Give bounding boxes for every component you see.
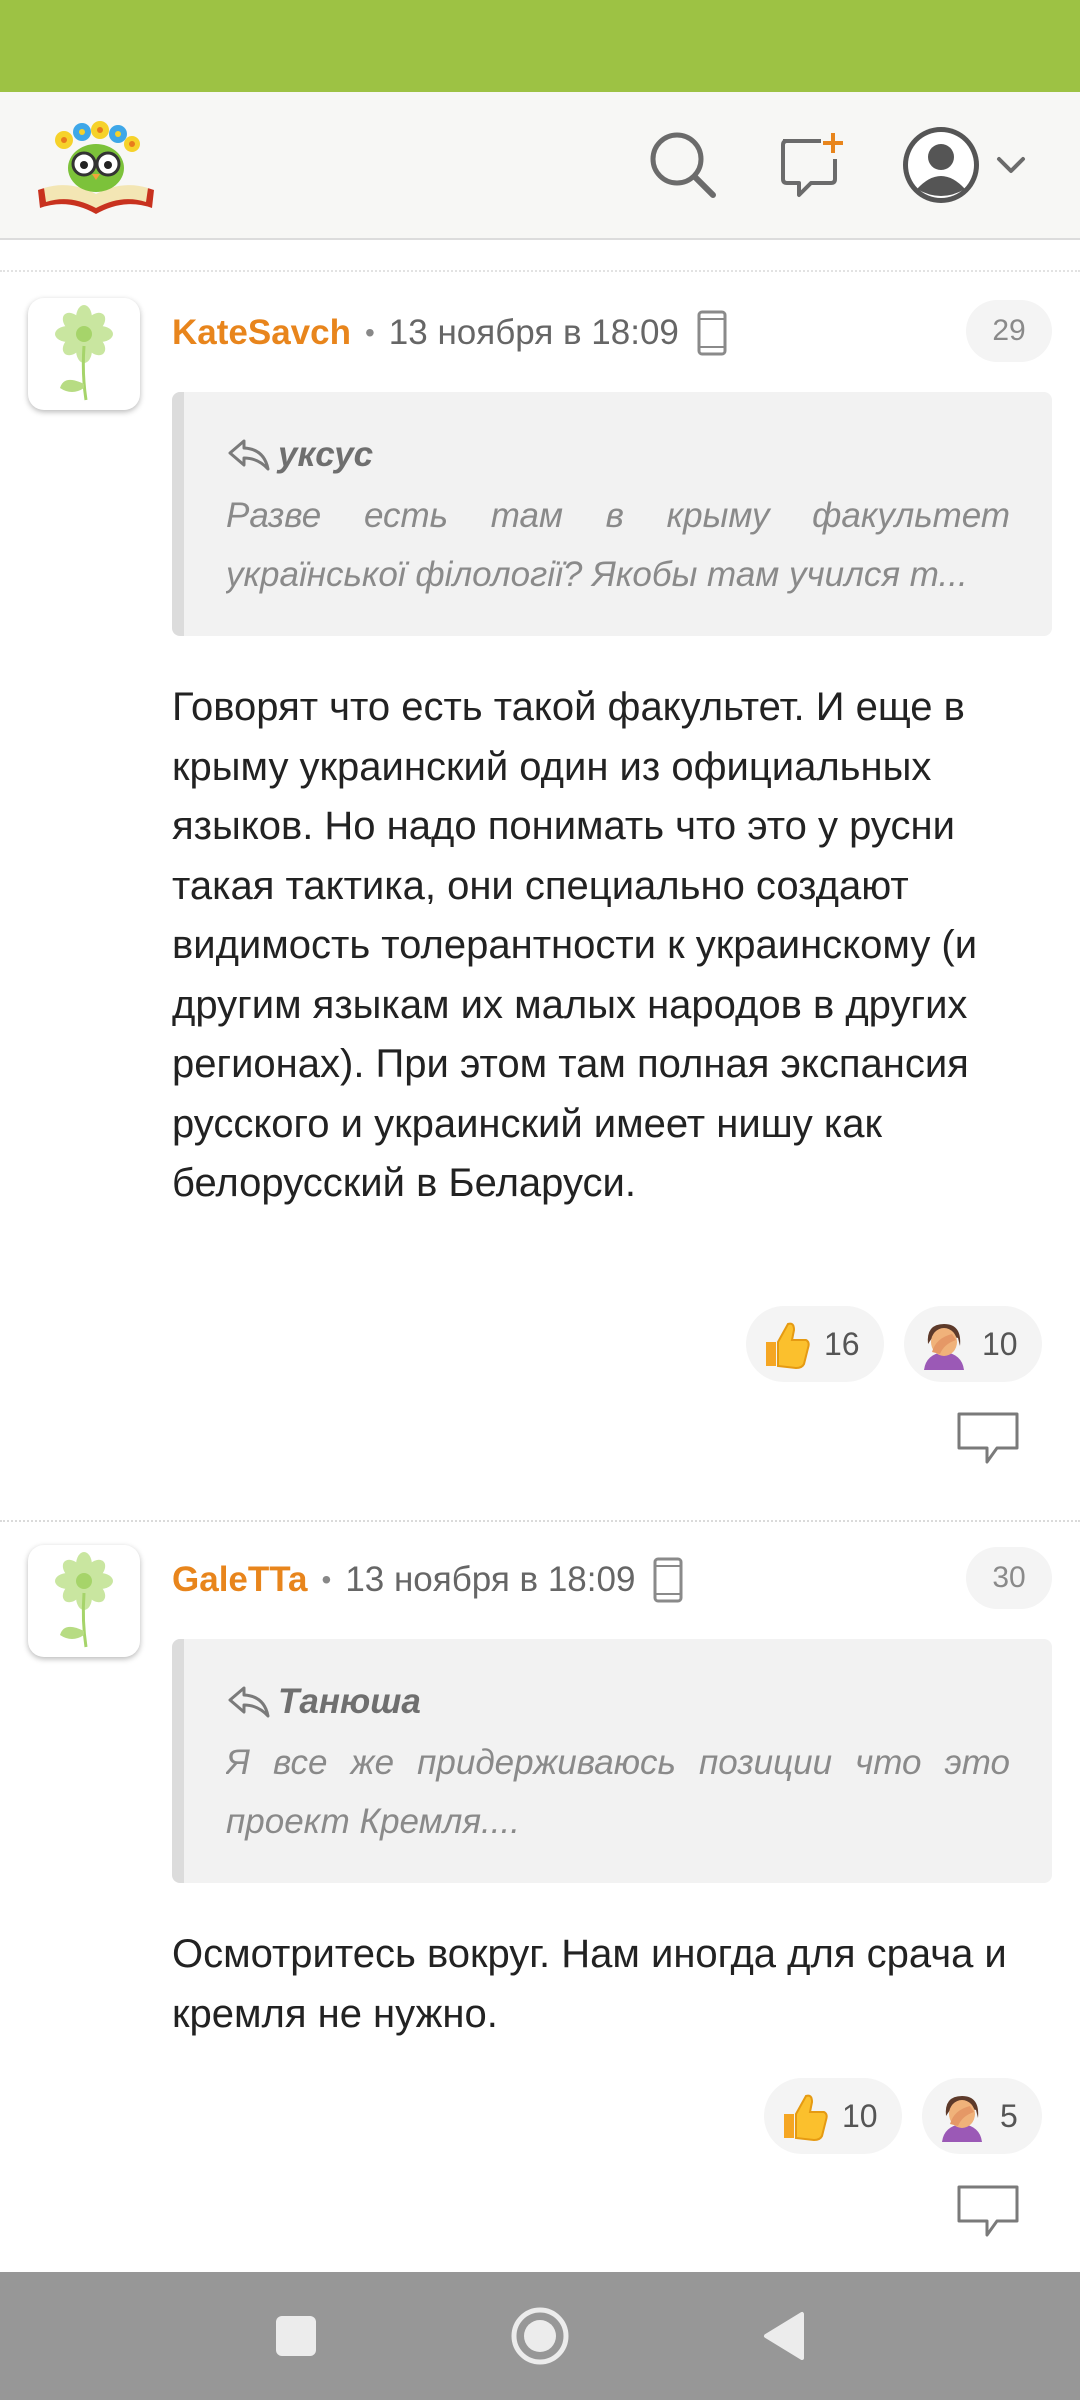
reaction-count: 16: [824, 1325, 860, 1362]
author-name[interactable]: GaleTTa: [172, 1560, 308, 1600]
reply-arrow-icon: [228, 439, 270, 471]
system-nav-bar: [0, 2272, 1080, 2400]
quote-block[interactable]: уксус Разве есть там в крыму факультет у…: [172, 392, 1052, 636]
facepalm-icon: [918, 1318, 970, 1370]
quote-author-name: Танюша: [278, 1682, 421, 1721]
comment-meta: KateSavch • 13 ноября в 18:09: [172, 308, 727, 358]
facepalm-icon: [936, 2090, 988, 2142]
reaction-count: 10: [982, 1325, 1018, 1362]
comment-bubble-icon: [957, 1412, 1019, 1464]
separator-dot: •: [321, 1564, 332, 1595]
thumbs-up-icon: [778, 2090, 830, 2142]
quote-text: Разве есть там в крыму факультет українс…: [226, 496, 1010, 594]
comment-text: Говорят что есть такой факультет. И еще …: [172, 685, 978, 1205]
avatar[interactable]: [28, 298, 140, 410]
owl-book-logo-icon: [38, 121, 154, 214]
user-avatar-icon: [903, 127, 979, 203]
reaction-count: 5: [1000, 2097, 1018, 2134]
quote-author: уксус: [226, 430, 1010, 480]
quote-block[interactable]: Танюша Я все же придерживаюсь позиции чт…: [172, 1639, 1052, 1883]
quote-author-name: уксус: [278, 435, 374, 474]
square-icon: [276, 2316, 316, 2356]
reaction-like[interactable]: 10: [764, 2078, 902, 2154]
new-post-button[interactable]: [768, 120, 858, 210]
reply-arrow-icon: [228, 1686, 270, 1718]
comment-divider: [0, 1520, 1080, 1522]
comment-meta: GaleTTa • 13 ноября в 18:09: [172, 1555, 683, 1605]
author-name[interactable]: KateSavch: [172, 313, 351, 353]
site-logo[interactable]: [34, 110, 158, 216]
reaction-count: 10: [842, 2097, 878, 2134]
quote-author: Танюша: [226, 1677, 1010, 1727]
flower-avatar-icon: [55, 1552, 113, 1648]
comment-number[interactable]: 29: [966, 300, 1052, 362]
reply-button[interactable]: [955, 2183, 1021, 2239]
phone-icon: [653, 1557, 683, 1603]
app-header: [0, 92, 1080, 240]
new-post-icon: [781, 133, 843, 197]
home-button[interactable]: [502, 2298, 578, 2374]
back-button[interactable]: [746, 2298, 822, 2374]
comment-date: 13 ноября в 18:09: [345, 1560, 636, 1599]
reaction-facepalm[interactable]: 5: [922, 2078, 1042, 2154]
comment-number[interactable]: 30: [966, 1547, 1052, 1609]
search-icon: [650, 132, 716, 198]
status-bar: [0, 0, 1080, 92]
triangle-back-icon: [764, 2312, 804, 2360]
phone-icon: [697, 310, 727, 356]
quote-text: Я все же придерживаюсь позиции что это п…: [226, 1743, 1010, 1841]
separator-dot: •: [364, 317, 375, 348]
flower-avatar-icon: [55, 305, 113, 401]
comment-bubble-icon: [957, 2185, 1019, 2237]
comment-date: 13 ноября в 18:09: [388, 313, 679, 352]
thumbs-up-icon: [760, 1318, 812, 1370]
search-button[interactable]: [638, 120, 728, 210]
divider: [0, 270, 1080, 272]
recents-button[interactable]: [258, 2298, 334, 2374]
profile-menu-button[interactable]: [896, 120, 1036, 210]
reaction-like[interactable]: 16: [746, 1306, 884, 1382]
reply-button[interactable]: [955, 1410, 1021, 1466]
comment-text: Осмотритесь вокруг. Нам иногда для срача…: [172, 1932, 1007, 2036]
avatar[interactable]: [28, 1545, 140, 1657]
chevron-down-icon: [997, 157, 1025, 173]
reaction-facepalm[interactable]: 10: [904, 1306, 1042, 1382]
circle-icon: [511, 2307, 569, 2365]
